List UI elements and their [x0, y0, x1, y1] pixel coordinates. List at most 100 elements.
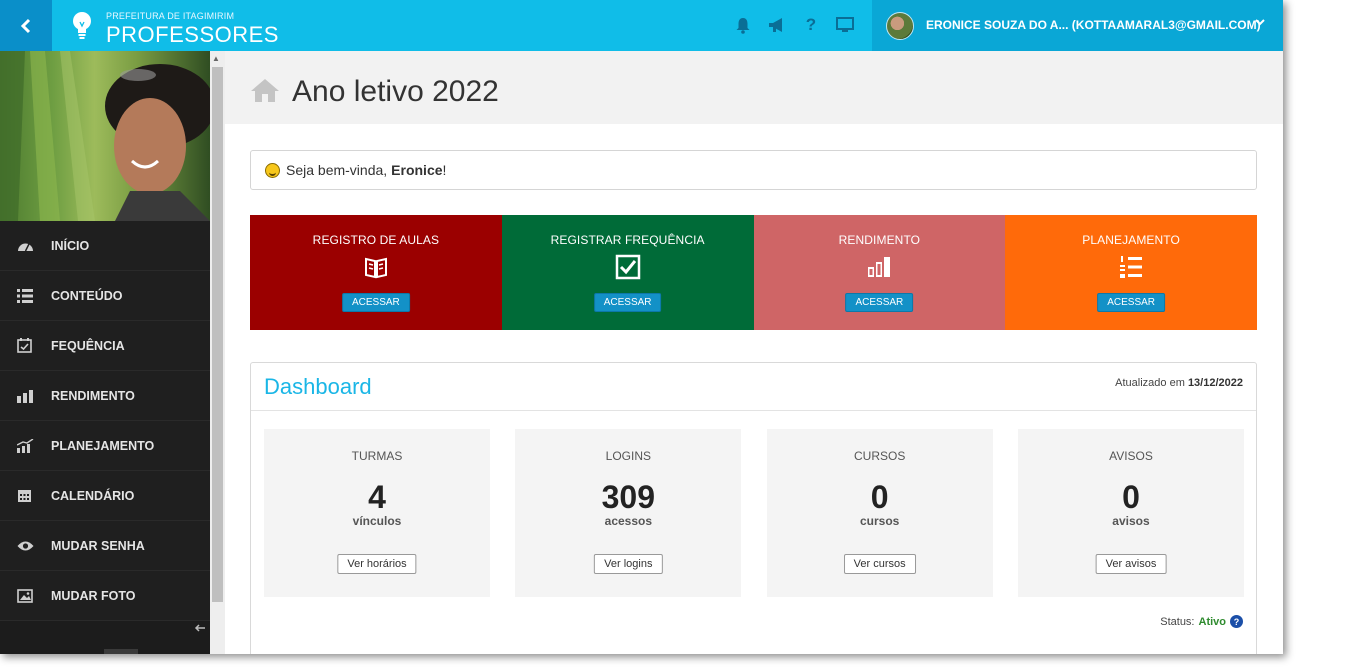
megaphone-icon[interactable]: [767, 14, 787, 36]
avatar: [886, 12, 914, 40]
stat-value: 309: [601, 479, 656, 515]
sidebar-item-conteudo[interactable]: CONTEÚDO: [0, 271, 210, 321]
welcome-message: Seja bem-vinda, Eronice !: [250, 150, 1257, 190]
sidebar-item-mudar-foto[interactable]: MUDAR FOTO: [0, 571, 210, 621]
tile-title: REGISTRAR FREQUÊNCIA: [550, 233, 705, 247]
acessar-button[interactable]: ACESSAR: [845, 293, 914, 312]
tile-planejamento: PLANEJAMENTO ACESSAR: [1005, 215, 1257, 330]
updated-label: Atualizado em: [1115, 377, 1185, 389]
stat-value: 0: [870, 479, 889, 515]
sidebar-item-frequencia[interactable]: FEQUÊNCIA: [0, 321, 210, 371]
back-button[interactable]: [0, 0, 52, 51]
list-icon: [0, 288, 51, 303]
ver-horarios-button[interactable]: Ver horários: [337, 554, 417, 574]
stat-value: 4: [368, 479, 386, 515]
sidebar-item-label: FEQUÊNCIA: [51, 338, 125, 353]
top-bar: PREFEITURA DE ITAGIMIRIM PROFESSORES ? E…: [0, 0, 1283, 51]
dashboard-icon: [0, 239, 51, 253]
acessar-button[interactable]: ACESSAR: [593, 293, 662, 312]
tile-title: REGISTRO DE AULAS: [312, 233, 440, 247]
sidebar-item-label: CONTEÚDO: [51, 288, 123, 303]
help-circle-icon[interactable]: ?: [1230, 615, 1243, 628]
profile-photo: [0, 51, 210, 221]
chevron-down-icon: [1254, 15, 1266, 30]
stat-unit: cursos: [859, 514, 900, 528]
calendar-icon: [0, 488, 51, 503]
chevron-left-icon: [20, 18, 31, 33]
bar-chart-icon: [0, 389, 51, 403]
eye-icon: [0, 540, 51, 552]
checkbox-icon: [615, 254, 640, 280]
tile-rendimento: RENDIMENTO ACESSAR: [753, 215, 1006, 330]
quick-access-tiles: REGISTRO DE AULAS ACESSAR REGISTRAR FREQ…: [250, 215, 1257, 330]
scroll-up-arrow-icon[interactable]: ▲: [212, 54, 220, 63]
welcome-suffix: !: [442, 162, 447, 178]
book-icon: [364, 257, 387, 279]
top-icons: ?: [733, 14, 855, 36]
sidebar-item-mudar-senha[interactable]: MUDAR SENHA: [0, 521, 210, 571]
welcome-prefix: Seja bem-vinda,: [286, 162, 388, 178]
divider: [251, 410, 1256, 411]
stat-card-turmas: TURMAS 4 vínculos Ver horários: [264, 429, 490, 597]
dashboard-panel: Dashboard Atualizado em 13/12/2022 TURMA…: [250, 362, 1257, 654]
sidebar-item-inicio[interactable]: INÍCIO: [0, 221, 210, 271]
sidebar-scroll-thumb[interactable]: [212, 67, 223, 602]
sidebar-item-rendimento[interactable]: RENDIMENTO: [0, 371, 210, 421]
help-icon[interactable]: ?: [801, 14, 821, 36]
sidebar-footer-handle: [104, 649, 138, 654]
ver-logins-button[interactable]: Ver logins: [594, 554, 663, 574]
line-chart-icon: [0, 438, 51, 453]
sidebar-item-label: INÍCIO: [51, 238, 90, 253]
tile-title: RENDIMENTO: [838, 233, 921, 247]
smiley-icon: [265, 162, 280, 178]
ver-cursos-button[interactable]: Ver cursos: [843, 554, 916, 574]
sidebar-item-calendario[interactable]: CALENDÁRIO: [0, 471, 210, 521]
status-label: Status:: [1160, 615, 1195, 628]
dashboard-title: Dashboard: [264, 374, 372, 399]
status-value: Ativo: [1198, 615, 1227, 628]
sidebar-item-planejamento[interactable]: PLANEJAMENTO: [0, 421, 210, 471]
main-content: Ano letivo 2022 Seja bem-vinda, Eronice …: [225, 51, 1283, 654]
user-menu[interactable]: ERONICE SOUZA DO A... (KOTTAAMARAL3@GMAI…: [872, 0, 1283, 51]
stat-unit: avisos: [1112, 514, 1150, 528]
stat-cards: TURMAS 4 vínculos Ver horários LOGINS 30…: [264, 429, 1244, 597]
page-header: Ano letivo 2022: [225, 51, 1283, 124]
bar-chart-icon: [868, 257, 891, 277]
sidebar-item-label: CALENDÁRIO: [51, 488, 135, 503]
tile-title: PLANEJAMENTO: [1082, 233, 1180, 247]
lightbulb-icon: [73, 12, 91, 39]
stat-label: AVISOS: [1109, 449, 1153, 463]
app-name: PROFESSORES: [106, 22, 279, 47]
updated-date: 13/12/2022: [1187, 377, 1243, 389]
home-icon: [251, 79, 279, 102]
ver-avisos-button[interactable]: Ver avisos: [1095, 554, 1167, 574]
bell-icon[interactable]: [733, 14, 753, 36]
dashboard-updated: Atualizado em 13/12/2022: [1115, 377, 1243, 389]
org-name: PREFEITURA DE ITAGIMIRIM: [106, 11, 235, 21]
sidebar-item-label: RENDIMENTO: [51, 388, 135, 403]
page-title: Ano letivo 2022: [292, 75, 499, 108]
sidebar: ▲ INÍCIO CONTEÚDO FEQUÊNCIA RENDIMENTO P…: [0, 51, 225, 654]
sidebar-item-label: MUDAR FOTO: [51, 588, 136, 603]
status-line: Status: Ativo ?: [1160, 615, 1243, 628]
stat-unit: acessos: [604, 514, 653, 528]
stat-label: TURMAS: [351, 449, 403, 463]
stat-card-logins: LOGINS 309 acessos Ver logins: [515, 429, 742, 597]
monitor-icon[interactable]: [835, 14, 855, 36]
stat-unit: vínculos: [352, 514, 402, 528]
sidebar-item-label: PLANEJAMENTO: [51, 438, 155, 453]
acessar-button[interactable]: ACESSAR: [1097, 293, 1166, 312]
picture-icon: [0, 588, 51, 603]
stat-value: 0: [1122, 479, 1140, 515]
welcome-name: Eronice: [391, 162, 443, 178]
tile-registrar-frequencia: REGISTRAR FREQUÊNCIA ACESSAR: [501, 215, 754, 330]
acessar-button[interactable]: ACESSAR: [341, 293, 410, 312]
stat-label: LOGINS: [605, 449, 651, 463]
stat-label: CURSOS: [853, 449, 906, 463]
sidebar-menu: INÍCIO CONTEÚDO FEQUÊNCIA RENDIMENTO PLA…: [0, 221, 210, 621]
app-window: PREFEITURA DE ITAGIMIRIM PROFESSORES ? E…: [0, 0, 1283, 654]
ordered-list-icon: [1120, 256, 1143, 278]
user-name: ERONICE SOUZA DO A... (KOTTAAMARAL3@GMAI…: [926, 18, 1261, 32]
collapse-sidebar-icon[interactable]: [194, 621, 206, 636]
stat-card-avisos: AVISOS 0 avisos Ver avisos: [1017, 429, 1244, 597]
